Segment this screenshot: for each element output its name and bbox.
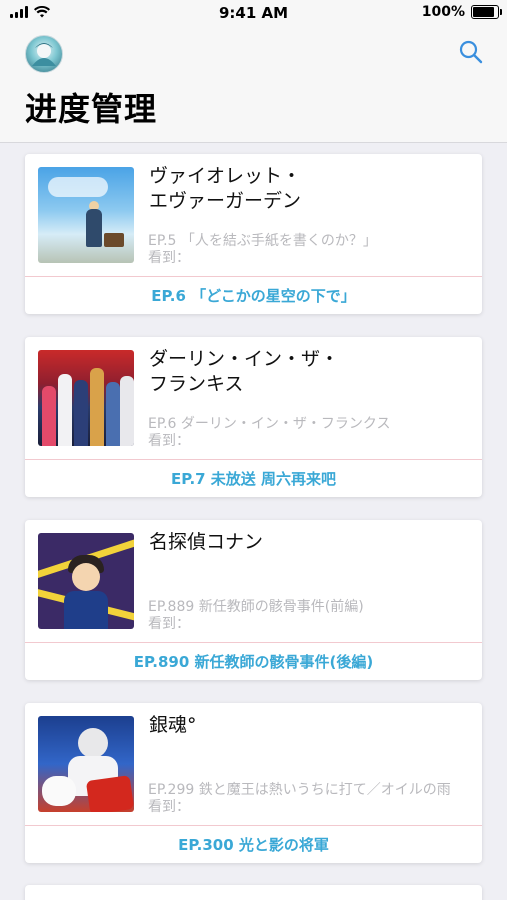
show-title: 銀魂° — [149, 714, 197, 736]
avatar-image — [32, 43, 56, 66]
battery-fill — [473, 7, 494, 17]
last-episode: EP.5 「人を結ぶ手紙を書くのか？」 — [148, 233, 377, 249]
app-screen: 9:41 AM 100% 进度管理 ヴァイオレット・ エヴァーガーデン EP.5… — [0, 0, 507, 900]
show-title: ヴァイオレット・ エヴァーガーデン — [149, 165, 302, 212]
show-title: 名探偵コナン — [149, 531, 264, 553]
watched-label: 看到： — [148, 433, 190, 449]
last-episode: EP.889 新任教師の骸骨事件(前編) — [148, 599, 364, 615]
show-thumbnail — [38, 167, 134, 263]
status-bar: 9:41 AM 100% — [0, 0, 507, 28]
nav-header: 进度管理 — [0, 28, 507, 143]
show-thumbnail — [38, 716, 134, 812]
avatar[interactable] — [25, 35, 63, 73]
next-episode-button[interactable]: EP.300 光と影の将軍 — [25, 826, 482, 863]
show-card[interactable]: 銀魂° EP.299 鉄と魔王は熱いうちに打て／オイルの雨 看到： EP.300… — [25, 703, 482, 863]
next-episode-button[interactable]: EP.7 未放送 周六再来吧 — [25, 460, 482, 497]
battery-percent: 100% — [421, 4, 465, 20]
watched-label: 看到： — [148, 250, 190, 266]
search-icon[interactable] — [457, 38, 485, 66]
last-episode: EP.299 鉄と魔王は熱いうちに打て／オイルの雨 — [148, 782, 451, 798]
status-right: 100% — [421, 4, 502, 20]
show-card[interactable]: ダーリン・イン・ザ・ フランキス EP.6 ダーリン・イン・ザ・フランクス 看到… — [25, 337, 482, 497]
show-card[interactable]: 名探偵コナン EP.889 新任教師の骸骨事件(前編) 看到： EP.890 新… — [25, 520, 482, 680]
watched-label: 看到： — [148, 799, 190, 815]
show-card-partial[interactable] — [25, 885, 482, 900]
show-card[interactable]: ヴァイオレット・ エヴァーガーデン EP.5 「人を結ぶ手紙を書くのか？」 看到… — [25, 154, 482, 314]
show-thumbnail — [38, 533, 134, 629]
next-episode-button[interactable]: EP.6 「どこかの星空の下で」 — [25, 277, 482, 314]
next-episode-button[interactable]: EP.890 新任教師の骸骨事件(後編) — [25, 643, 482, 680]
page-title: 进度管理 — [25, 90, 158, 128]
last-episode: EP.6 ダーリン・イン・ザ・フランクス — [148, 416, 391, 432]
show-title: ダーリン・イン・ザ・ フランキス — [149, 348, 340, 395]
watched-label: 看到： — [148, 616, 190, 632]
battery-icon — [471, 5, 502, 19]
show-thumbnail — [38, 350, 134, 446]
